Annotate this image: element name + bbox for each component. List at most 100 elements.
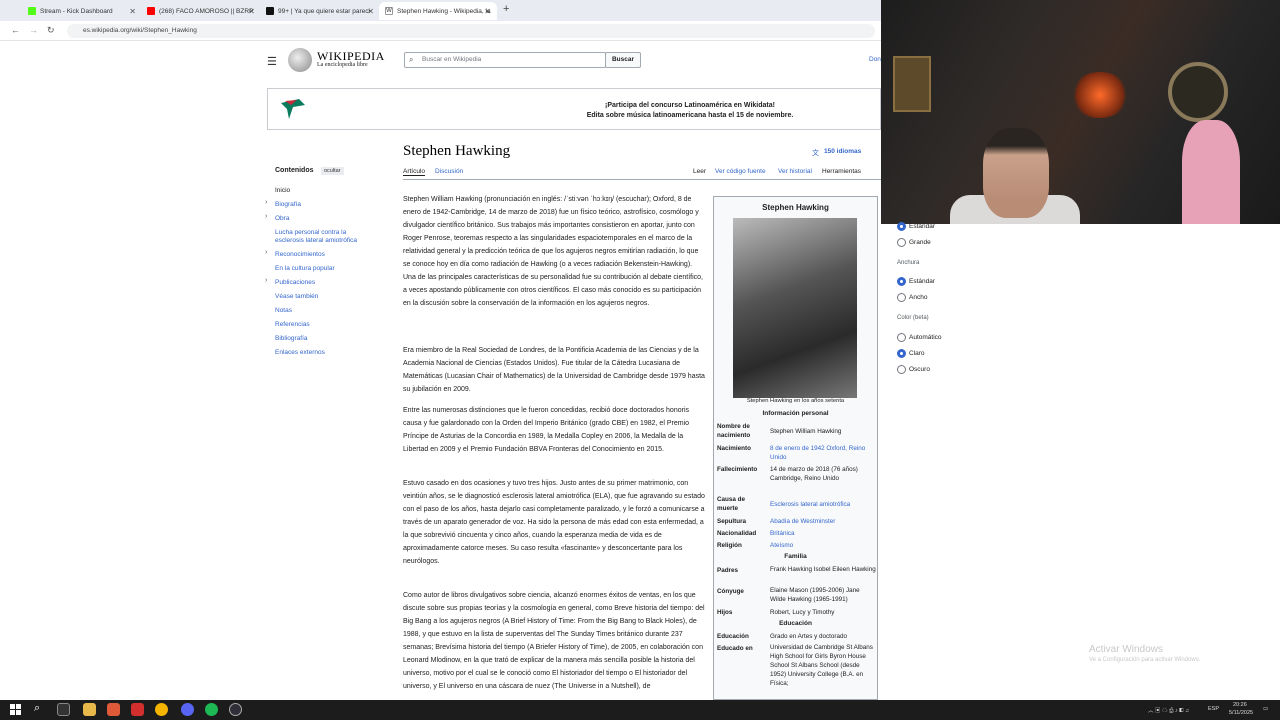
infobox-value[interactable]: Británica: [770, 529, 876, 538]
infobox-value[interactable]: 8 de enero de 1942 Oxford, Reino Unido: [770, 444, 876, 462]
keyboard-language[interactable]: ESP: [1208, 706, 1219, 712]
toc-item[interactable]: Inicio: [275, 187, 290, 195]
tools-menu[interactable]: Herramientas: [822, 168, 861, 175]
webcam-lamp: [1070, 72, 1130, 118]
url-field[interactable]: es.wikipedia.org/wiki/Stephen_Hawking: [67, 24, 875, 38]
infobox-value: Robert, Lucy y Timothy: [770, 609, 835, 616]
infobox-value: Grado en Artes y doctorado: [770, 633, 848, 640]
wikipedia-tagline: La enciclopedia libre: [317, 62, 368, 68]
color-dark-label: Oscuro: [909, 366, 930, 373]
back-icon[interactable]: ←: [11, 25, 20, 35]
color-heading: Color (beta): [897, 315, 929, 321]
webcam-person-face: [983, 128, 1049, 218]
banner-message[interactable]: ¡Participa del concurso Latinoamérica en…: [560, 101, 820, 121]
infobox-label: Nacionalidad: [717, 530, 757, 537]
infobox-value: Universidad de Cambridge St Albans High …: [770, 644, 873, 687]
reload-icon[interactable]: ↻: [47, 25, 55, 36]
color-auto-label: Automático: [909, 334, 942, 341]
toc-item[interactable]: Bibliografía: [275, 335, 308, 343]
windows-start-icon[interactable]: [10, 704, 21, 715]
webcam-wall-frame: [893, 56, 931, 112]
width-standard-radio[interactable]: [897, 277, 906, 286]
browser-tab-kick[interactable]: Stream - Kick Dashboard ✕: [22, 2, 142, 20]
donate-link[interactable]: Don: [869, 56, 881, 63]
toc-item[interactable]: Biografía: [275, 201, 301, 209]
portrait-image[interactable]: [733, 218, 857, 398]
color-light-radio[interactable]: [897, 349, 906, 358]
forward-icon[interactable]: →: [29, 25, 38, 35]
kick-icon: [28, 7, 36, 15]
color-dark-radio[interactable]: [897, 365, 906, 374]
spotify-icon[interactable]: [205, 703, 218, 716]
width-standard-label: Estándar: [909, 278, 936, 285]
webcam-wheel: [1168, 62, 1228, 122]
article-paragraph: Entre las numerosas distinciones que le …: [403, 407, 690, 453]
task-view-icon[interactable]: [57, 703, 70, 716]
appearance-panel: [881, 224, 1280, 700]
chevron-right-icon[interactable]: ›: [265, 277, 267, 284]
chevron-right-icon[interactable]: ›: [265, 249, 267, 256]
file-explorer-icon[interactable]: [83, 703, 96, 716]
size-standard-radio[interactable]: [897, 222, 906, 231]
toc-hide-button[interactable]: ocultar: [321, 167, 344, 175]
discord-icon[interactable]: [181, 703, 194, 716]
browser-tab-wikipedia[interactable]: W Stephen Hawking - Wikipedia, la ✕: [379, 2, 497, 20]
tab-edit-source[interactable]: Ver código fuente: [715, 168, 766, 175]
chrome-icon[interactable]: [155, 703, 168, 716]
toc-item[interactable]: esclerosis lateral amiotrófica: [275, 237, 357, 245]
youtube-icon: [147, 7, 155, 15]
brave-browser-icon[interactable]: [107, 703, 120, 716]
clock-date[interactable]: 5/11/2025: [1229, 710, 1253, 716]
toc-item[interactable]: Referencias: [275, 321, 310, 329]
infobox-value[interactable]: Ateísmo: [770, 541, 876, 550]
toc-item[interactable]: Reconocimientos: [275, 251, 325, 259]
obs-icon[interactable]: [229, 703, 242, 716]
toc-item[interactable]: En la cultura popular: [275, 265, 335, 273]
toc-item[interactable]: Notas: [275, 307, 292, 315]
close-tab-icon[interactable]: ✕: [248, 7, 255, 16]
article-paragraph: Como autor de libros divulgativos sobre …: [403, 592, 705, 690]
translate-icon[interactable]: 文: [812, 148, 819, 158]
infobox-caption: Stephen Hawking en los años setenta: [746, 398, 845, 404]
close-tab-icon[interactable]: ✕: [484, 7, 491, 16]
size-standard-label: Estándar: [909, 223, 936, 230]
infobox-label: Nombre de nacimiento: [717, 423, 751, 439]
tab-article[interactable]: Artículo: [403, 168, 426, 176]
search-button[interactable]: Buscar: [605, 52, 641, 68]
notification-icon[interactable]: ▭: [1263, 706, 1268, 712]
wikipedia-globe-logo[interactable]: [288, 48, 312, 72]
chevron-right-icon[interactable]: ›: [265, 199, 267, 206]
search-taskbar-icon[interactable]: ⌕: [34, 702, 40, 715]
opera-icon[interactable]: [131, 703, 144, 716]
width-wide-radio[interactable]: [897, 293, 906, 302]
toc-item[interactable]: Enlaces externos: [275, 349, 325, 357]
toc-item[interactable]: Obra: [275, 215, 289, 223]
close-tab-icon[interactable]: ✕: [129, 7, 136, 16]
tab-history[interactable]: Ver historial: [778, 168, 812, 175]
browser-tab-tiktok[interactable]: 99+ | Ya que quiere estar pareci ✕: [260, 2, 380, 20]
infobox-value: Elaine Mason (1995-2006) Jane Wilde Hawk…: [770, 587, 860, 603]
infobox-value[interactable]: Esclerosis lateral amiotrófica: [770, 500, 876, 509]
color-auto-radio[interactable]: [897, 333, 906, 342]
tab-discussion[interactable]: Discusión: [435, 168, 463, 175]
browser-tab-youtube[interactable]: (268) FACO AMOROSO || BZRP ✕: [141, 2, 261, 20]
main-menu-icon[interactable]: ☰: [267, 55, 277, 68]
system-tray-icons[interactable]: ︿ ▣ ☁ ⎙ ♪ ◧ ♫: [1148, 706, 1189, 715]
close-tab-icon[interactable]: ✕: [367, 7, 374, 16]
new-tab-icon[interactable]: +: [503, 3, 509, 15]
infobox-value[interactable]: Abadía de Westminster: [770, 517, 876, 526]
infobox-label: Educado en: [717, 645, 753, 652]
search-input[interactable]: Buscar en Wikipedia: [404, 52, 606, 68]
languages-button[interactable]: 150 idiomas: [824, 148, 861, 155]
toc-item[interactable]: Véase también: [275, 293, 318, 301]
toc-title: Contenidos: [275, 167, 314, 174]
toc-item[interactable]: Publicaciones: [275, 279, 315, 287]
article-paragraph: Estuvo casado en dos ocasiones y tuvo tr…: [403, 480, 705, 565]
size-large-radio[interactable]: [897, 238, 906, 247]
article-paragraph: Stephen William Hawking (pronunciación e…: [403, 196, 704, 307]
clock-time[interactable]: 20:26: [1233, 702, 1247, 708]
chevron-right-icon[interactable]: ›: [265, 213, 267, 220]
infobox-label: Hijos: [717, 609, 733, 616]
toc-item[interactable]: Lucha personal contra la: [275, 229, 346, 237]
tab-read[interactable]: Leer: [693, 168, 706, 175]
